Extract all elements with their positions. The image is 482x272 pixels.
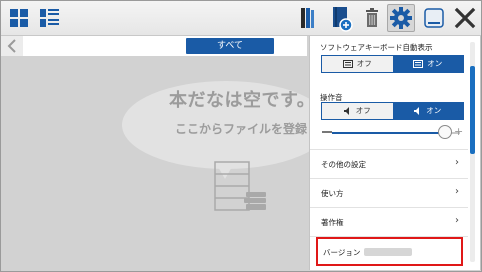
chevron-right-icon: ›: [455, 186, 459, 197]
version-highlight[interactable]: バージョン: [316, 237, 463, 266]
sound-on-label: オン: [426, 106, 442, 115]
bookshelf-icon[interactable]: [293, 4, 321, 32]
keyboard-icon: [413, 60, 424, 68]
filter-bar: すべて: [1, 36, 307, 56]
gear-icon[interactable]: [387, 4, 415, 32]
keyboard-on-option[interactable]: オン: [392, 56, 463, 72]
empty-title: 本だなは空です。: [169, 90, 316, 111]
close-icon[interactable]: [451, 4, 479, 32]
grid-view-icon[interactable]: [5, 4, 33, 32]
keyboard-on-label: オン: [427, 59, 443, 68]
menu-item-how-to-use[interactable]: 使い方 ›: [310, 178, 468, 207]
menu-item-label: その他の設定: [321, 160, 366, 169]
menu-item-other-settings[interactable]: その他の設定 ›: [310, 149, 468, 178]
all-filter-button[interactable]: すべて: [186, 38, 274, 54]
toolbar: [1, 1, 481, 36]
keyboard-off-option[interactable]: オフ: [322, 56, 393, 72]
keyboard-toggle: オフ オン: [321, 55, 464, 73]
chevron-right-icon: ›: [455, 215, 459, 226]
sound-on-option[interactable]: オン: [392, 103, 463, 119]
version-label: バージョン: [323, 248, 361, 257]
speaker-icon: [414, 107, 420, 115]
menu-item-label: 使い方: [321, 189, 344, 198]
settings-scrollbar-thumb[interactable]: [470, 66, 475, 154]
menu-item-label: 著作権: [321, 218, 344, 227]
chevron-right-icon: ›: [455, 157, 459, 168]
app-window: すべて 本だなは空です。 ここからファイルを登録しまし ソフトウェアキーボード自…: [0, 0, 482, 272]
speaker-icon: [343, 107, 349, 115]
keyboard-setting-label: ソフトウェアキーボード自動表示: [320, 43, 433, 52]
empty-shelf-icon: [214, 161, 266, 211]
sound-off-label: オフ: [355, 106, 371, 115]
volume-slider-track[interactable]: [332, 132, 445, 134]
volume-slider-thumb[interactable]: [437, 125, 452, 139]
sound-toggle: オフ オン: [321, 102, 464, 120]
version-number-redacted: [364, 248, 412, 256]
settings-panel: ソフトウェアキーボード自動表示 オフ オン 操作音 オフ オン + その他の設定…: [309, 36, 481, 270]
list-view-icon[interactable]: [35, 4, 63, 32]
volume-plus-icon: +: [454, 125, 464, 138]
add-book-icon[interactable]: [327, 4, 355, 32]
chevron-left-icon[interactable]: [7, 38, 17, 54]
minimize-icon[interactable]: [420, 4, 448, 32]
trash-icon[interactable]: [358, 4, 386, 32]
menu-item-copyright[interactable]: 著作権 ›: [310, 207, 468, 236]
volume-minus-icon: [322, 131, 332, 133]
empty-bookshelf-area: 本だなは空です。 ここからファイルを登録しまし: [1, 57, 343, 271]
keyboard-off-label: オフ: [356, 59, 372, 68]
sound-off-option[interactable]: オフ: [322, 103, 393, 119]
keyboard-icon: [342, 60, 353, 68]
